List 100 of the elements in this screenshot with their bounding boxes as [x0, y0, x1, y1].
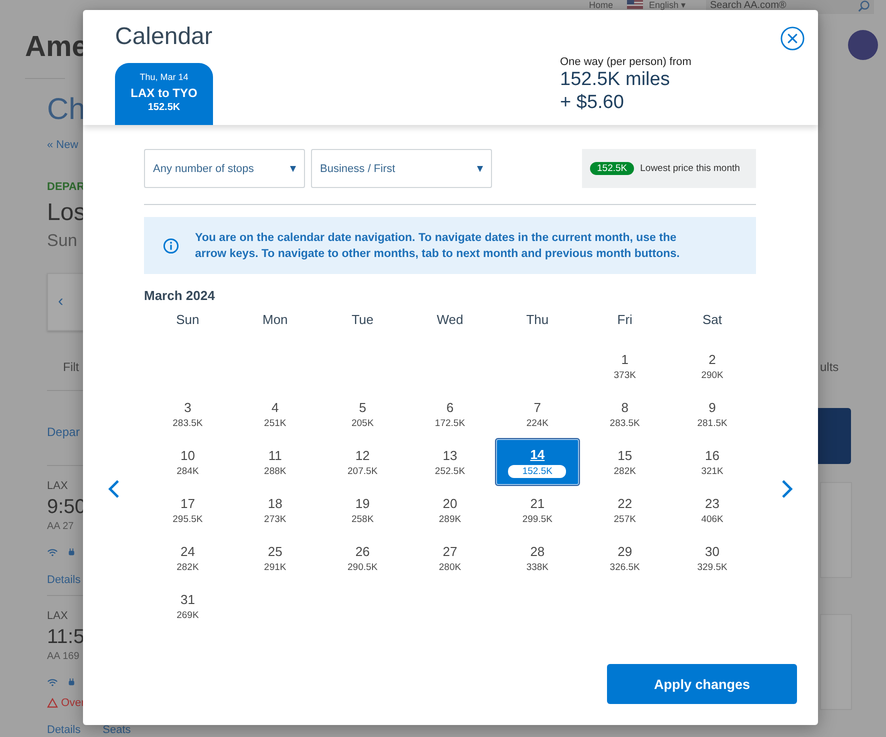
day-price: 224K [526, 418, 549, 428]
trip-tab[interactable]: Thu, Mar 14 LAX to TYO 152.5K [115, 63, 213, 125]
date-cell[interactable]: 3 283.5K [145, 390, 230, 438]
day-number: 5 [358, 400, 366, 414]
date-cell[interactable]: 20 289K [407, 486, 493, 534]
date-cell[interactable]: 28 338K [494, 534, 580, 582]
day-number: 6 [446, 400, 454, 414]
date-cell[interactable]: 25 291K [232, 534, 318, 582]
day-number: 10 [180, 448, 195, 462]
date-cell[interactable]: 2 290K [670, 342, 755, 390]
day-price: 269K [176, 610, 199, 620]
day-price: 205K [351, 418, 374, 428]
day-number: 29 [618, 544, 632, 558]
price-badge: 152.5K [590, 162, 634, 175]
day-price: 406K [701, 514, 724, 524]
date-cell[interactable]: 21 299.5K [494, 486, 580, 534]
day-price: 251K [264, 418, 286, 428]
date-cell[interactable]: 11 288K [232, 438, 318, 486]
caret-icon [477, 166, 483, 172]
date-cell[interactable]: 27 280K [407, 534, 493, 582]
lowest-price-badge: 152.5K [508, 464, 566, 478]
date-text: Sun [47, 231, 78, 251]
selected-date-cell[interactable]: 14 152.5K [494, 438, 580, 486]
apply-changes-button[interactable]: Apply changes [607, 664, 797, 704]
next-month-icon[interactable] [781, 479, 793, 499]
date-cell[interactable]: 30 329.5K [670, 534, 755, 582]
fare-miles: 152.5K miles [560, 68, 671, 91]
day-price: 257K [614, 514, 636, 524]
day-number: 13 [442, 448, 458, 462]
day-price: 258K [351, 514, 374, 524]
day-price: 290K [701, 370, 724, 380]
date-cell[interactable]: 10 284K [145, 438, 230, 486]
weekday-label: Fri [616, 312, 634, 329]
date-cell[interactable]: 8 283.5K [582, 390, 668, 438]
date-cell[interactable]: 5 205K [320, 390, 406, 438]
day-number: 16 [705, 448, 720, 462]
date-cell[interactable]: 4 251K [232, 390, 318, 438]
day-number: 1 [621, 352, 628, 366]
day-number: 14 [530, 446, 545, 462]
date-cell[interactable]: 1 373K [582, 342, 668, 390]
weekday-label: Mon [261, 312, 289, 329]
filter-dropdown[interactable]: Any number of stops [144, 149, 305, 188]
date-cell[interactable]: 23 406K [670, 486, 755, 534]
day-price: 282K [614, 466, 636, 476]
day-price: 291K [264, 562, 286, 572]
date-cell[interactable]: 15 282K [582, 438, 668, 486]
day-number: 28 [530, 544, 545, 558]
date-cell[interactable]: 24 282K [145, 534, 230, 582]
day-price: 280K [438, 562, 462, 572]
close-icon[interactable] [780, 26, 805, 51]
day-number: 9 [708, 400, 716, 414]
wifi-icon [47, 678, 58, 687]
date-cell[interactable]: 9 281.5K [670, 390, 755, 438]
section-label: DEPAR [47, 181, 85, 193]
filter-dropdown[interactable]: Business / First [311, 149, 492, 188]
date-cell[interactable]: 12 207.5K [320, 438, 406, 486]
date-cell[interactable]: 13 252.5K [407, 438, 493, 486]
power-icon [66, 548, 77, 557]
date-cell[interactable]: 31 269K [145, 582, 230, 630]
day-number: 27 [442, 544, 458, 558]
day-number: 30 [705, 544, 720, 558]
date-cell[interactable]: 19 258K [320, 486, 406, 534]
day-price: 295.5K [172, 514, 203, 524]
date-cell[interactable]: 6 172.5K [407, 390, 493, 438]
day-price: 326.5K [610, 562, 640, 572]
day-number: 15 [618, 448, 632, 462]
flight-number: AA 169 [47, 651, 80, 662]
day-number: 31 [180, 592, 195, 606]
day-number: 24 [180, 544, 195, 558]
date-cell[interactable]: 18 273K [232, 486, 318, 534]
date-cell[interactable]: 22 257K [582, 486, 668, 534]
date-cell[interactable]: 17 295.5K [145, 486, 230, 534]
day-price: 284K [176, 466, 199, 476]
fare-label: One way (per person) from [560, 56, 692, 68]
warning-text: Over [61, 697, 85, 709]
previous-month-icon[interactable] [108, 479, 120, 499]
caret-icon [290, 166, 296, 172]
day-number: 20 [442, 496, 458, 510]
wifi-icon [47, 548, 58, 557]
filter-button[interactable]: Filt [63, 360, 79, 374]
search-icon [858, 0, 870, 12]
day-number: 22 [618, 496, 632, 510]
day-number: 12 [355, 448, 370, 462]
date-cell[interactable]: 29 326.5K [582, 534, 668, 582]
origin-code: LAX [47, 480, 68, 492]
fare-cash: + $5.60 [560, 91, 625, 114]
power-icon [66, 678, 77, 687]
day-number: 19 [355, 496, 370, 510]
date-cell[interactable]: 26 290.5K [320, 534, 406, 582]
weekday-label: Thu [525, 312, 550, 329]
day-number: 17 [180, 496, 195, 510]
day-price: 283.5K [172, 418, 203, 428]
date-cell[interactable]: 16 321K [670, 438, 755, 486]
weekday-label: Wed [436, 312, 464, 329]
day-price: 252.5K [434, 466, 466, 476]
date-cell[interactable]: 7 224K [494, 390, 580, 438]
day-price: 299.5K [522, 514, 552, 524]
page-heading: Ch [47, 93, 86, 127]
day-number: 2 [708, 352, 716, 366]
day-price: 172.5K [434, 418, 466, 428]
